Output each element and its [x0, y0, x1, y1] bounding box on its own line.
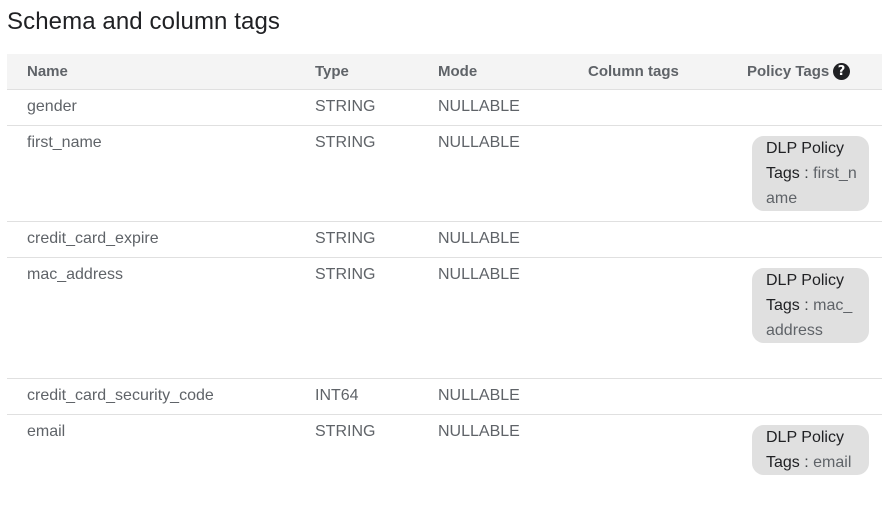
column-header-name[interactable]: Name — [27, 63, 68, 80]
table-row: first_name STRING NULLABLE DLP Policy Ta… — [7, 126, 882, 222]
column-header-policy-tags[interactable]: Policy Tags — [747, 63, 829, 80]
table-row: email STRING NULLABLE DLP Policy Tags : … — [7, 415, 882, 507]
table-row: credit_card_security_code INT64 NULLABLE — [7, 379, 882, 415]
field-type: INT64 — [315, 387, 359, 404]
field-mode: NULLABLE — [438, 98, 520, 115]
policy-tag-separator: : — [804, 165, 809, 182]
field-name: gender — [27, 98, 77, 115]
table-header: Name Type Mode Column tags Policy Tags ? — [7, 54, 882, 90]
field-name: credit_card_expire — [27, 230, 159, 247]
field-type: STRING — [315, 134, 376, 151]
field-type: STRING — [315, 423, 376, 440]
column-header-type[interactable]: Type — [315, 63, 349, 80]
policy-tag-chip[interactable]: DLP Policy Tags : mac_address — [752, 268, 869, 343]
policy-tag-value: email — [813, 454, 852, 471]
table-row: mac_address STRING NULLABLE DLP Policy T… — [7, 258, 882, 379]
policy-tag-separator: : — [804, 454, 809, 471]
field-name: credit_card_security_code — [27, 387, 214, 404]
policy-tag-chip[interactable]: DLP Policy Tags : email — [752, 425, 869, 475]
field-mode: NULLABLE — [438, 387, 520, 404]
field-type: STRING — [315, 98, 376, 115]
column-header-column-tags[interactable]: Column tags — [588, 63, 679, 80]
table-row: credit_card_expire STRING NULLABLE — [7, 222, 882, 258]
field-mode: NULLABLE — [438, 134, 520, 151]
field-mode: NULLABLE — [438, 423, 520, 440]
field-name: first_name — [27, 134, 102, 151]
field-mode: NULLABLE — [438, 266, 520, 283]
page-title: Schema and column tags — [7, 8, 281, 35]
table-row: gender STRING NULLABLE — [7, 90, 882, 126]
help-icon[interactable]: ? — [833, 63, 850, 80]
field-mode: NULLABLE — [438, 230, 520, 247]
column-header-mode[interactable]: Mode — [438, 63, 477, 80]
field-name: email — [27, 423, 66, 440]
field-type: STRING — [315, 266, 376, 283]
schema-table: Name Type Mode Column tags Policy Tags ?… — [7, 54, 882, 507]
policy-tag-separator: : — [804, 297, 809, 314]
field-name: mac_address — [27, 266, 124, 283]
field-type: STRING — [315, 230, 376, 247]
policy-tag-chip[interactable]: DLP Policy Tags : first_name — [752, 136, 869, 211]
